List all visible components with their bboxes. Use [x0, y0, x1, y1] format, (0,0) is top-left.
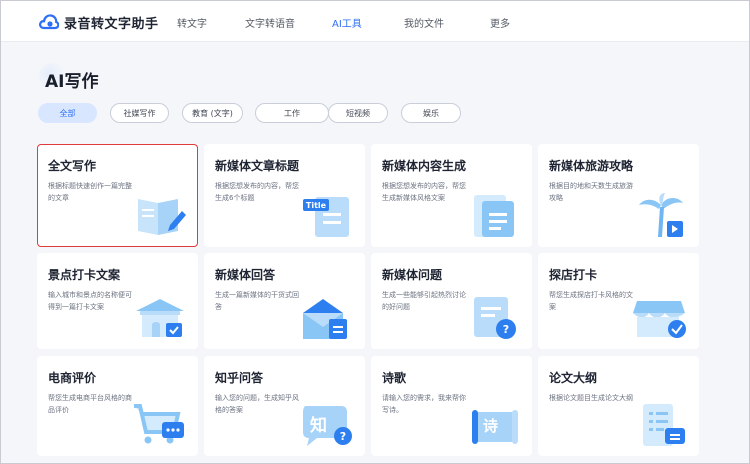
card-new-media-content-generation[interactable]: 新媒体内容生成 根据您想发布的内容，帮您生成新媒体风格文案 — [371, 144, 532, 247]
title-doc-icon: Title — [303, 197, 349, 237]
card-title: 知乎问答 — [215, 371, 264, 385]
card-description: 生成一些能够引起热烈讨论的好问题 — [382, 291, 466, 311]
book-pen-icon — [138, 199, 186, 235]
top-navigation-bar: 录音转文字助手 转文字 文字转语音 AI工具 我的文件 更多 — [1, 1, 749, 42]
card-description: 根据您想发布的内容，帮您生成新媒体风格文案 — [382, 182, 466, 202]
card-title: 电商评价 — [48, 371, 97, 385]
card-title: 论文大纲 — [549, 371, 598, 385]
card-description: 根据您想发布的内容，帮您生成6个标题 — [215, 182, 299, 202]
zhihu-bubble-icon: ? — [303, 406, 352, 446]
filter-chip-entertainment[interactable]: 娱乐 — [401, 103, 461, 123]
card-full-text-writing[interactable]: 全文写作 根据标题快速创作一篇完整的文章 — [37, 144, 198, 247]
page-title: AI写作 — [45, 72, 99, 92]
card-description: 帮您生成电商平台风格的商品评价 — [48, 394, 132, 414]
poem-glyph: 诗 — [482, 417, 498, 435]
card-title: 新媒体文章标题 — [215, 159, 300, 173]
card-shop-visit-checkin[interactable]: 探店打卡 帮您生成探店打卡风格的文案 — [538, 253, 699, 349]
card-poem[interactable]: 诗歌 请输入您的需求，我来帮你写诗。 诗 — [371, 356, 532, 456]
nav-item-transcribe[interactable]: 转文字 — [177, 15, 207, 30]
card-title: 新媒体回答 — [215, 268, 276, 282]
card-new-media-answer[interactable]: 新媒体回答 生成一篇新媒体的干货式回答 — [204, 253, 365, 349]
card-description: 帮您生成探店打卡风格的文案 — [549, 291, 633, 311]
card-description: 根据目的地和天数生成旅游攻略 — [549, 182, 633, 202]
filter-chip-all[interactable]: 全部 — [38, 103, 97, 123]
card-description: 输入城市和景点的名称便可得到一篇打卡文案 — [48, 291, 132, 311]
zhihu-glyph: 知 — [310, 416, 327, 436]
outline-doc-icon — [643, 404, 685, 446]
card-scenic-checkin-copy[interactable]: 景点打卡文案 输入城市和景点的名称便可得到一篇打卡文案 — [37, 253, 198, 349]
filter-chip-education[interactable]: 教育 (文字) — [182, 103, 243, 123]
question-doc-icon: ? — [474, 297, 516, 339]
card-paper-outline[interactable]: 论文大纲 根据论文题目生成论文大纲 — [538, 356, 699, 456]
shop-check-icon — [633, 301, 686, 338]
card-description: 请输入您的需求，我来帮你写诗。 — [382, 394, 466, 414]
card-description: 生成一篇新媒体的干货式回答 — [215, 291, 299, 311]
card-title: 诗歌 — [382, 371, 407, 385]
nav-item-my-files[interactable]: 我的文件 — [404, 15, 444, 30]
palm-tree-icon — [639, 193, 683, 237]
card-title: 全文写作 — [48, 159, 97, 173]
cart-chat-icon — [134, 404, 184, 444]
filter-chip-short-video[interactable]: 短视频 — [328, 103, 388, 123]
nav-item-more[interactable]: 更多 — [490, 15, 510, 30]
pavilion-icon — [136, 299, 184, 337]
card-description: 根据标题快速创作一篇完整的文章 — [48, 182, 132, 202]
svg-text:Title: Title — [306, 201, 327, 210]
card-zhihu-qa[interactable]: 知乎问答 输入您的问题，生成知乎风格的答案 ? 知 — [204, 356, 365, 456]
card-title: 探店打卡 — [549, 268, 598, 282]
svg-text:?: ? — [340, 430, 346, 443]
card-new-media-article-title[interactable]: 新媒体文章标题 根据您想发布的内容，帮您生成6个标题 Title — [204, 144, 365, 247]
card-title: 新媒体旅游攻略 — [549, 159, 634, 173]
nav-item-text-to-speech[interactable]: 文字转语音 — [245, 15, 295, 30]
app-brand-name[interactable]: 录音转文字助手 — [64, 13, 159, 32]
nav-item-ai-tools[interactable]: AI工具 — [332, 15, 362, 30]
svg-text:?: ? — [503, 323, 509, 336]
card-new-media-travel-guide[interactable]: 新媒体旅游攻略 根据目的地和天数生成旅游攻略 — [538, 144, 699, 247]
document-icon — [474, 195, 514, 237]
card-title: 景点打卡文案 — [48, 268, 121, 282]
filter-chip-work[interactable]: 工作 — [255, 103, 329, 123]
card-description: 根据论文题目生成论文大纲 — [549, 394, 633, 402]
card-new-media-question[interactable]: 新媒体问题 生成一些能够引起热烈讨论的好问题 ? — [371, 253, 532, 349]
card-title: 新媒体问题 — [382, 268, 443, 282]
cloud-logo-icon — [39, 14, 59, 30]
card-title: 新媒体内容生成 — [382, 159, 467, 173]
card-description: 输入您的问题，生成知乎风格的答案 — [215, 394, 299, 414]
filter-chip-social-media[interactable]: 社媒写作 — [110, 103, 169, 123]
card-ecommerce-review[interactable]: 电商评价 帮您生成电商平台风格的商品评价 — [37, 356, 198, 456]
envelope-doc-icon — [303, 299, 347, 339]
